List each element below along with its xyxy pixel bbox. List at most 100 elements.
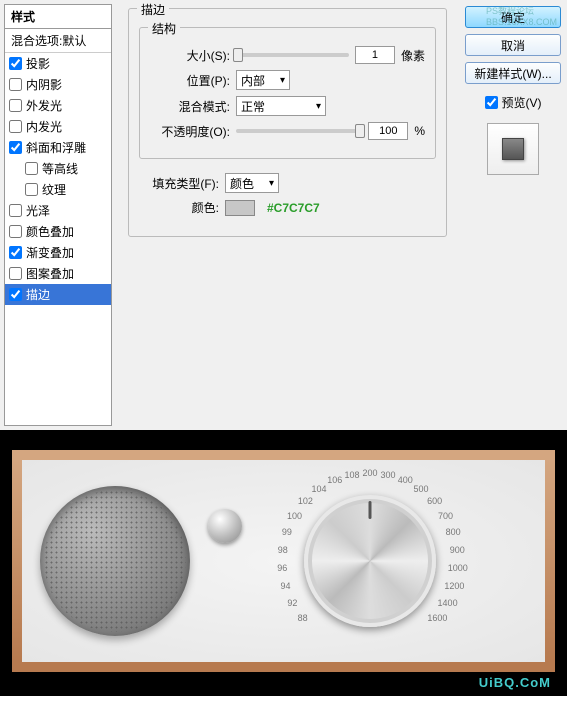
- blend-dropdown[interactable]: 正常: [236, 96, 326, 116]
- style-row-纹理[interactable]: 纹理: [5, 179, 111, 200]
- style-label: 颜色叠加: [26, 223, 74, 240]
- dial-tick: 96: [277, 563, 287, 573]
- filltype-dropdown[interactable]: 颜色: [225, 173, 279, 193]
- styles-panel: 样式 混合选项:默认 投影内阴影外发光内发光斜面和浮雕等高线纹理光泽颜色叠加渐变…: [4, 4, 112, 426]
- stroke-group: 描边 结构 大小(S): 像素 位置(P): 内部 混合模式: 正常: [128, 8, 447, 237]
- layer-style-dialog: PS教程论坛 BBS.16XX8.COM 样式 混合选项:默认 投影内阴影外发光…: [0, 0, 567, 430]
- size-unit: 像素: [401, 47, 425, 64]
- dial-tick: 98: [278, 545, 288, 555]
- style-checkbox[interactable]: [9, 120, 22, 133]
- style-row-等高线[interactable]: 等高线: [5, 158, 111, 179]
- opacity-input[interactable]: [368, 122, 408, 140]
- blend-row: 混合模式: 正常: [150, 96, 425, 116]
- preview-toggle-row: 预览(V): [485, 94, 542, 111]
- dial-tick: 600: [427, 496, 442, 506]
- dial-tick: 92: [287, 598, 297, 608]
- dial-tick: 300: [381, 470, 396, 480]
- style-label: 描边: [26, 286, 50, 303]
- style-checkbox[interactable]: [9, 288, 22, 301]
- speaker-grille: [40, 486, 190, 636]
- style-row-渐变叠加[interactable]: 渐变叠加: [5, 242, 111, 263]
- size-row: 大小(S): 像素: [150, 46, 425, 64]
- style-row-图案叠加[interactable]: 图案叠加: [5, 263, 111, 284]
- dial-tick: 104: [311, 484, 326, 494]
- style-label: 光泽: [26, 202, 50, 219]
- style-checkbox[interactable]: [9, 246, 22, 259]
- preview-box: [487, 123, 539, 175]
- dial-tick: 106: [327, 475, 342, 485]
- style-row-光泽[interactable]: 光泽: [5, 200, 111, 221]
- style-label: 内阴影: [26, 76, 62, 93]
- position-label: 位置(P):: [150, 72, 230, 89]
- dial-tick: 1200: [444, 581, 464, 591]
- color-hex: #C7C7C7: [267, 201, 320, 215]
- dial-tick: 700: [438, 511, 453, 521]
- style-label: 纹理: [42, 181, 66, 198]
- tuning-dial: [304, 495, 436, 627]
- dial-wrap: 8892949698991001021041061082003004005006…: [260, 466, 480, 656]
- structure-group: 结构 大小(S): 像素 位置(P): 内部 混合模式: 正常 不透明度(O):: [139, 27, 436, 159]
- style-checkbox[interactable]: [9, 204, 22, 217]
- style-checkbox[interactable]: [9, 141, 22, 154]
- stroke-settings: 描边 结构 大小(S): 像素 位置(P): 内部 混合模式: 正常: [120, 4, 455, 426]
- filltype-row: 填充类型(F): 颜色: [139, 173, 436, 193]
- style-checkbox[interactable]: [9, 267, 22, 280]
- dial-tick: 500: [414, 484, 429, 494]
- style-row-内发光[interactable]: 内发光: [5, 116, 111, 137]
- preview-swatch: [502, 138, 524, 160]
- style-checkbox[interactable]: [9, 225, 22, 238]
- dial-tick: 800: [446, 527, 461, 537]
- blend-label: 混合模式:: [150, 98, 230, 115]
- styles-header: 样式: [5, 5, 111, 29]
- style-label: 图案叠加: [26, 265, 74, 282]
- stroke-group-title: 描边: [137, 1, 169, 18]
- position-row: 位置(P): 内部: [150, 70, 425, 90]
- style-checkbox[interactable]: [9, 99, 22, 112]
- preview-checkbox[interactable]: [485, 96, 498, 109]
- style-label: 渐变叠加: [26, 244, 74, 261]
- watermark-top: PS教程论坛 BBS.16XX8.COM: [486, 4, 557, 27]
- size-label: 大小(S):: [150, 47, 230, 64]
- color-swatch[interactable]: [225, 200, 255, 216]
- blend-options-row[interactable]: 混合选项:默认: [5, 29, 111, 53]
- opacity-unit: %: [414, 124, 425, 138]
- preview-label: 预览(V): [502, 94, 542, 111]
- new-style-button[interactable]: 新建样式(W)...: [465, 62, 561, 84]
- dial-tick: 102: [298, 496, 313, 506]
- size-input[interactable]: [355, 46, 395, 64]
- opacity-label: 不透明度(O):: [150, 123, 230, 140]
- color-label: 颜色:: [139, 199, 219, 216]
- dial-tick: 1400: [438, 598, 458, 608]
- style-row-投影[interactable]: 投影: [5, 53, 111, 74]
- radio-canvas: 8892949698991001021041061082003004005006…: [0, 430, 567, 696]
- opacity-slider[interactable]: [236, 129, 362, 133]
- style-checkbox[interactable]: [25, 162, 38, 175]
- small-knob: [208, 509, 242, 543]
- opacity-row: 不透明度(O): %: [150, 122, 425, 140]
- dialog-buttons: 确定 取消 新建样式(W)... 预览(V): [463, 4, 563, 426]
- style-row-内阴影[interactable]: 内阴影: [5, 74, 111, 95]
- style-label: 外发光: [26, 97, 62, 114]
- style-checkbox[interactable]: [25, 183, 38, 196]
- size-slider[interactable]: [236, 53, 349, 57]
- style-label: 等高线: [42, 160, 78, 177]
- dial-tick: 108: [344, 470, 359, 480]
- cancel-button[interactable]: 取消: [465, 34, 561, 56]
- style-checkbox[interactable]: [9, 57, 22, 70]
- position-dropdown[interactable]: 内部: [236, 70, 290, 90]
- style-row-描边[interactable]: 描边: [5, 284, 111, 305]
- dial-tick: 94: [281, 581, 291, 591]
- style-row-斜面和浮雕[interactable]: 斜面和浮雕: [5, 137, 111, 158]
- dial-tick: 200: [362, 468, 377, 478]
- dial-tick: 900: [450, 545, 465, 555]
- style-label: 投影: [26, 55, 50, 72]
- style-label: 斜面和浮雕: [26, 139, 86, 156]
- style-checkbox[interactable]: [9, 78, 22, 91]
- style-label: 内发光: [26, 118, 62, 135]
- style-row-颜色叠加[interactable]: 颜色叠加: [5, 221, 111, 242]
- dial-tick: 100: [287, 511, 302, 521]
- dial-tick: 1600: [427, 613, 447, 623]
- dial-tick: 88: [298, 613, 308, 623]
- style-row-外发光[interactable]: 外发光: [5, 95, 111, 116]
- dial-tick: 1000: [448, 563, 468, 573]
